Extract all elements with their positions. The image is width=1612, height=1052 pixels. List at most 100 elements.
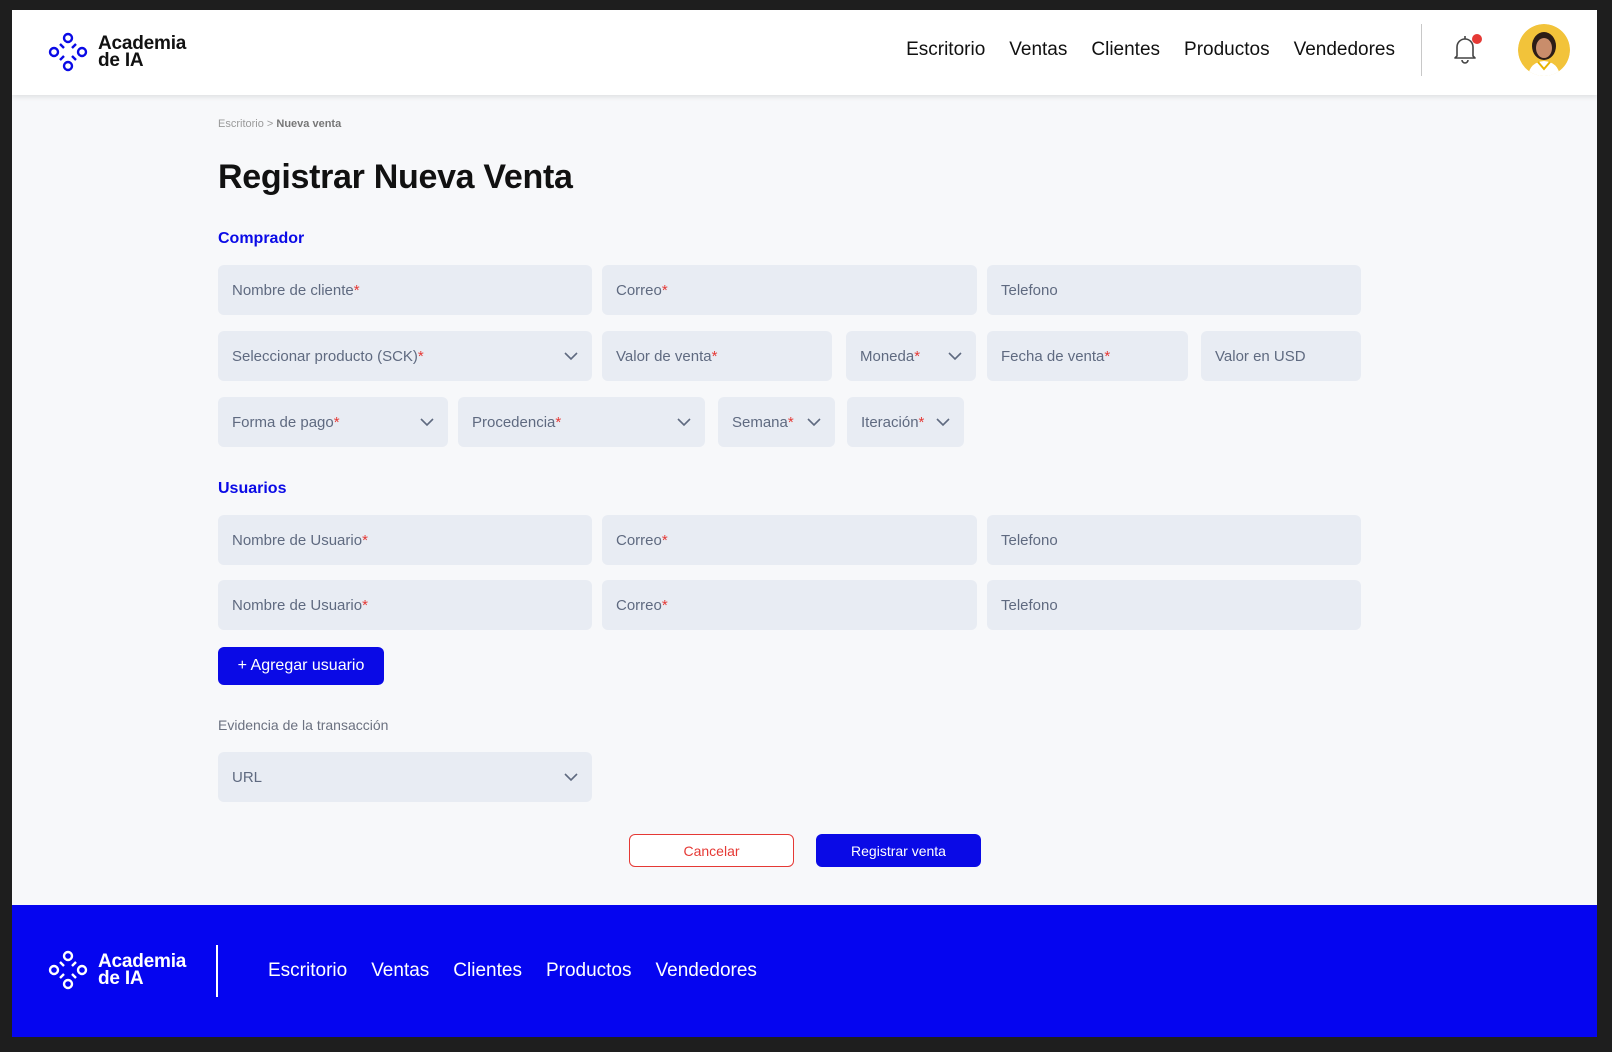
evidence-select[interactable]: URL <box>218 752 592 802</box>
chevron-down-icon <box>564 351 578 360</box>
evidence-select-value: URL <box>232 768 263 786</box>
client-name-input[interactable]: Nombre de cliente* <box>218 265 592 315</box>
section-title-comprador: Comprador <box>218 230 305 247</box>
user-email-input-2[interactable]: Correo* <box>602 580 977 630</box>
nav-clientes[interactable]: Clientes <box>1091 39 1160 61</box>
field-label: Seleccionar producto (SCK)* <box>232 348 424 365</box>
required-mark: * <box>661 281 668 299</box>
field-label: Iteración* <box>861 414 924 431</box>
week-placeholder: Semana <box>732 413 788 431</box>
required-mark: * <box>417 347 424 365</box>
user-phone-placeholder: Telefono <box>1001 596 1058 614</box>
breadcrumb-separator: > <box>263 118 277 130</box>
breadcrumb-current: Nueva venta <box>276 118 342 130</box>
avatar[interactable] <box>1518 24 1570 76</box>
field-label: Moneda* <box>860 348 920 365</box>
user-email-placeholder: Correo <box>616 531 662 549</box>
footer-nav-productos[interactable]: Productos <box>546 960 632 982</box>
footer-nav-escritorio[interactable]: Escritorio <box>268 960 347 982</box>
user-name-placeholder: Nombre de Usuario <box>232 596 363 614</box>
payment-method-placeholder: Forma de pago <box>232 413 334 431</box>
footer-nav-ventas[interactable]: Ventas <box>371 960 429 982</box>
required-mark: * <box>787 413 794 431</box>
user-phone-input-2[interactable]: Telefono <box>987 580 1361 630</box>
nav-escritorio[interactable]: Escritorio <box>906 39 985 61</box>
required-mark: * <box>362 531 368 549</box>
atom-logo-icon <box>48 32 88 72</box>
footer-brand-logo[interactable]: Academia de IA <box>48 950 186 990</box>
field-label: Semana* <box>732 414 794 431</box>
nav-productos[interactable]: Productos <box>1184 39 1270 61</box>
sale-value-input[interactable]: Valor de venta* <box>602 331 832 381</box>
payment-method-select[interactable]: Forma de pago* <box>218 397 448 447</box>
footer-brand-name-line2: de IA <box>98 968 144 989</box>
currency-placeholder: Moneda <box>860 347 915 365</box>
chevron-down-icon <box>948 351 962 360</box>
field-label: Forma de pago* <box>232 414 340 431</box>
field-label: Fecha de venta* <box>1001 348 1110 365</box>
iteration-select[interactable]: Iteración* <box>847 397 964 447</box>
buyer-phone-input[interactable]: Telefono <box>987 265 1361 315</box>
field-label: Nombre de Usuario* <box>232 532 368 549</box>
required-mark: * <box>918 413 925 431</box>
user-name-placeholder: Nombre de Usuario <box>232 531 363 549</box>
atom-logo-icon <box>48 950 88 990</box>
evidence-label: Evidencia de la transacción <box>218 717 389 733</box>
sale-date-input[interactable]: Fecha de venta* <box>987 331 1188 381</box>
footer-brand-name: Academia de IA <box>98 952 186 989</box>
buyer-phone-placeholder: Telefono <box>1001 281 1058 299</box>
field-label: Nombre de Usuario* <box>232 597 368 614</box>
source-select[interactable]: Procedencia* <box>458 397 705 447</box>
field-label: Correo* <box>616 282 668 299</box>
required-mark: * <box>333 413 340 431</box>
buyer-email-input[interactable]: Correo* <box>602 265 977 315</box>
chevron-down-icon <box>677 417 691 426</box>
client-name-placeholder: Nombre de cliente <box>232 281 354 299</box>
sale-value-placeholder: Valor de venta <box>616 347 712 365</box>
brand-name-line2: de IA <box>98 50 144 71</box>
chevron-down-icon <box>936 417 950 426</box>
sale-date-placeholder: Fecha de venta <box>1001 347 1105 365</box>
nav-vendedores[interactable]: Vendedores <box>1294 39 1395 61</box>
top-header: Academia de IA Escritorio Ventas Cliente… <box>12 10 1597 95</box>
app-frame: Academia de IA Escritorio Ventas Cliente… <box>12 10 1597 1037</box>
breadcrumb-parent[interactable]: Escritorio <box>218 118 264 130</box>
user-phone-input-1[interactable]: Telefono <box>987 515 1361 565</box>
required-mark: * <box>661 531 668 549</box>
usd-value-placeholder: Valor en USD <box>1215 347 1306 365</box>
field-label: Correo* <box>616 597 668 614</box>
header-divider <box>1421 24 1422 76</box>
chevron-down-icon <box>564 772 578 781</box>
required-mark: * <box>1104 347 1111 365</box>
main-nav: Escritorio Ventas Clientes Productos Ven… <box>906 39 1395 61</box>
product-select[interactable]: Seleccionar producto (SCK)* <box>218 331 592 381</box>
page-title-bold: Nueva Venta <box>373 158 573 196</box>
user-name-input-2[interactable]: Nombre de Usuario* <box>218 580 592 630</box>
field-label: Nombre de cliente* <box>232 282 360 299</box>
brand-logo[interactable]: Academia de IA <box>48 32 186 72</box>
add-user-button[interactable]: + Agregar usuario <box>218 647 384 685</box>
currency-select[interactable]: Moneda* <box>846 331 976 381</box>
week-select[interactable]: Semana* <box>718 397 835 447</box>
buyer-email-placeholder: Correo <box>616 281 662 299</box>
required-mark: * <box>362 596 368 614</box>
user-email-placeholder: Correo <box>616 596 662 614</box>
cancel-button[interactable]: Cancelar <box>629 834 794 867</box>
user-email-input-1[interactable]: Correo* <box>602 515 977 565</box>
footer-nav-clientes[interactable]: Clientes <box>453 960 522 982</box>
breadcrumb: Escritorio > Nueva venta <box>218 118 341 130</box>
field-label: Procedencia* <box>472 414 561 431</box>
nav-ventas[interactable]: Ventas <box>1009 39 1067 61</box>
footer: Academia de IA Escritorio Ventas Cliente… <box>12 905 1597 1037</box>
required-mark: * <box>353 281 360 299</box>
notification-badge <box>1472 34 1482 44</box>
register-sale-button[interactable]: Registrar venta <box>816 834 981 867</box>
user-phone-placeholder: Telefono <box>1001 531 1058 549</box>
source-placeholder: Procedencia <box>472 413 556 431</box>
section-title-usuarios: Usuarios <box>218 480 287 497</box>
brand-name: Academia de IA <box>98 34 186 71</box>
footer-nav-vendedores[interactable]: Vendedores <box>656 960 757 982</box>
user-name-input-1[interactable]: Nombre de Usuario* <box>218 515 592 565</box>
usd-value-input[interactable]: Valor en USD <box>1201 331 1361 381</box>
field-label: Correo* <box>616 532 668 549</box>
